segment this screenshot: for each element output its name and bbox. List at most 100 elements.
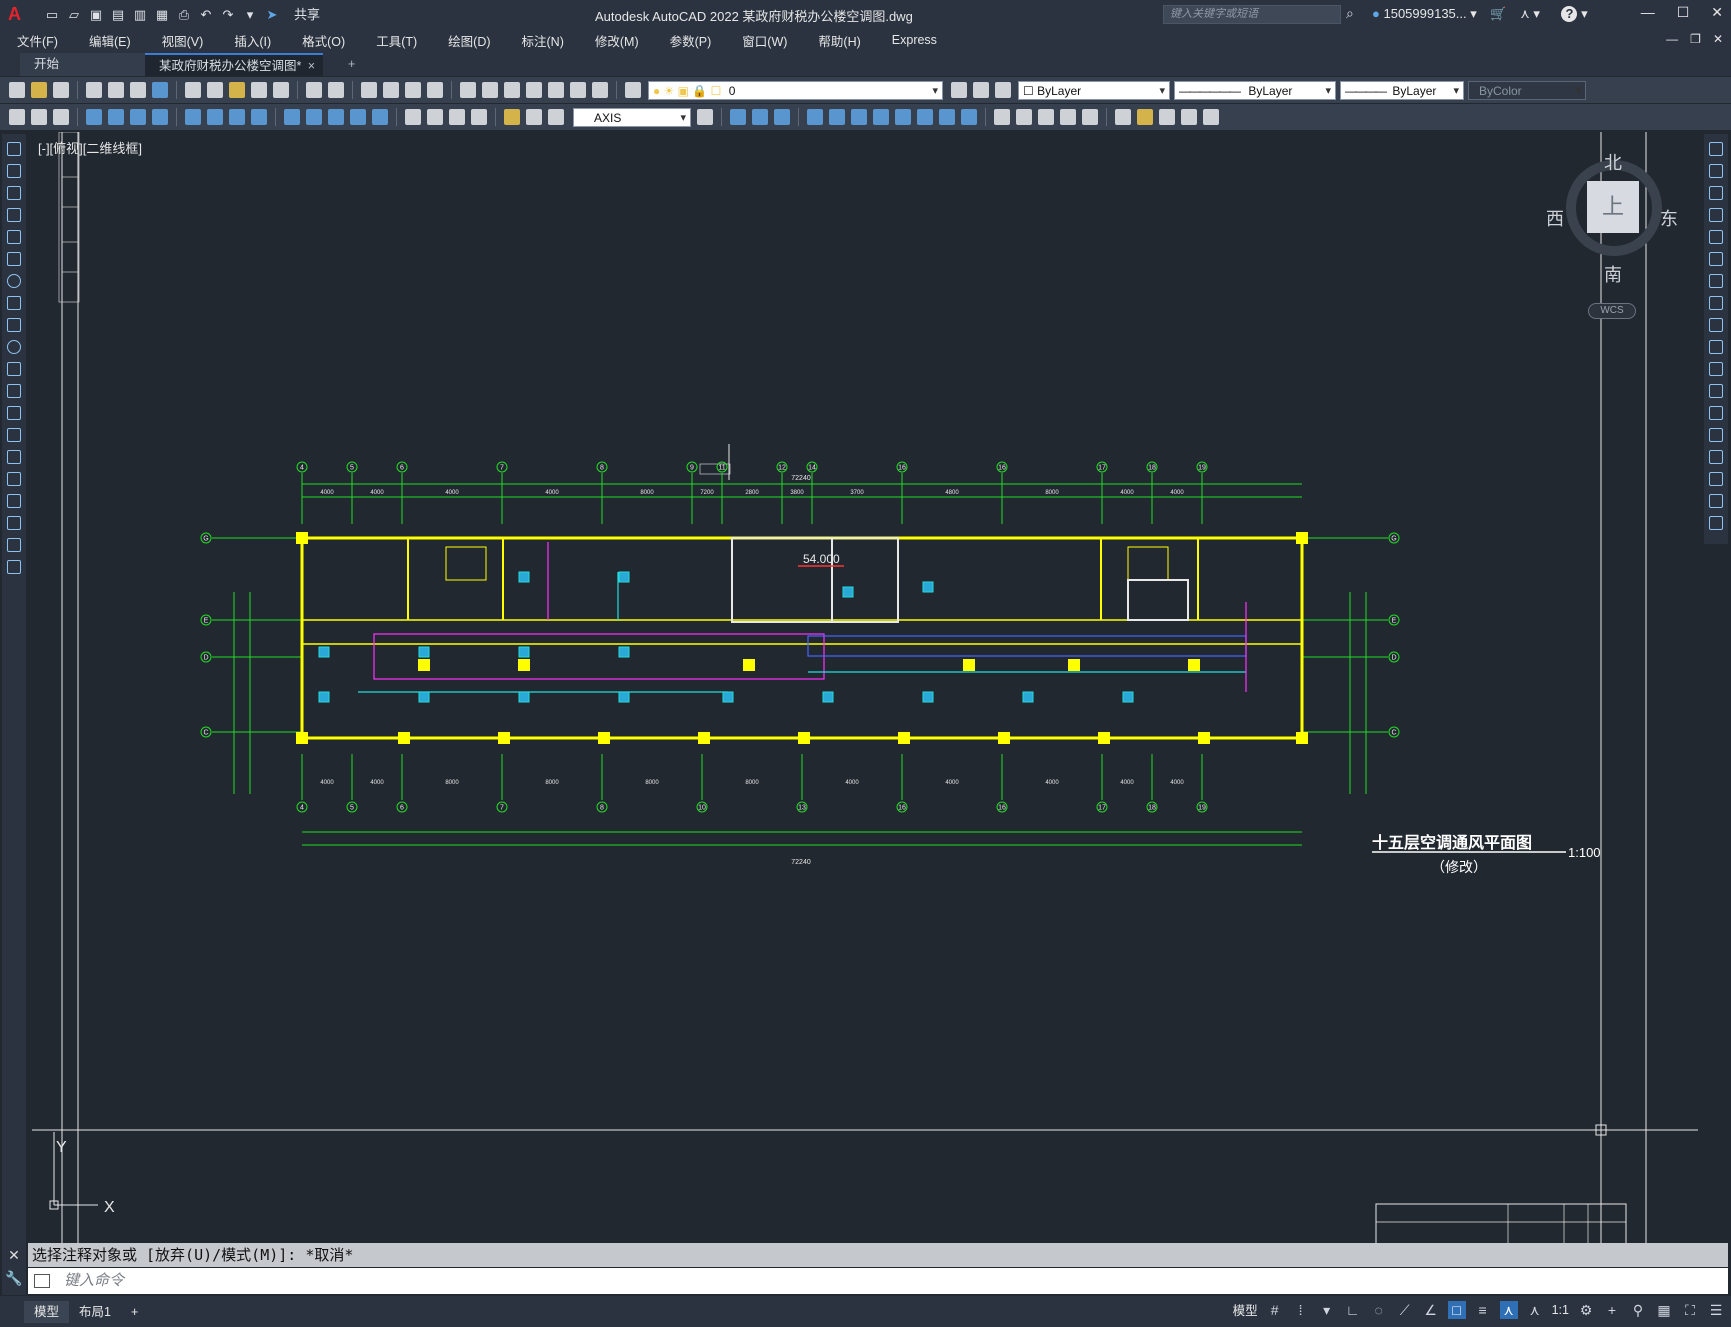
viewport-controls-label[interactable]: [-][俯视][二维线框] xyxy=(38,138,142,157)
bring-front-icon[interactable] xyxy=(1137,109,1153,125)
search-icon[interactable]: ⌕ xyxy=(1346,5,1354,22)
doc-close-icon[interactable]: ✕ xyxy=(1713,32,1723,46)
tab-model[interactable]: 模型 xyxy=(24,1300,70,1323)
command-line-handle[interactable]: ✕ 🔧 xyxy=(2,1243,26,1295)
open-file-icon[interactable]: ▱ xyxy=(66,7,82,23)
polyline-icon[interactable] xyxy=(7,186,21,200)
dim-break-icon[interactable] xyxy=(372,109,388,125)
ortho-icon[interactable]: ∟ xyxy=(1344,1301,1362,1319)
doc-restore-icon[interactable]: ❐ xyxy=(1690,32,1701,46)
modify-move-icon[interactable] xyxy=(807,109,823,125)
add-layout-button[interactable]: + xyxy=(121,1301,148,1323)
hardware-acceleration-icon[interactable]: ▦ xyxy=(1655,1301,1673,1319)
break-at-point-icon[interactable] xyxy=(1709,384,1723,398)
dim-linear-icon[interactable] xyxy=(86,109,102,125)
modify-fillet-icon[interactable] xyxy=(1016,109,1032,125)
dimstyle-dropdown[interactable]: AXIS xyxy=(573,107,691,127)
color-dropdown[interactable]: ☐ ByLayer xyxy=(1018,80,1170,100)
markup-icon[interactable] xyxy=(548,82,564,98)
annotation-monitor-icon[interactable]: + xyxy=(1603,1301,1621,1319)
trim-icon[interactable] xyxy=(1709,340,1723,354)
menu-insert[interactable]: 插入(I) xyxy=(217,31,285,50)
redo-icon-tb[interactable] xyxy=(328,82,344,98)
modify-scale-icon[interactable] xyxy=(851,109,867,125)
save-icon[interactable]: ▣ xyxy=(88,7,104,23)
hatch-icon[interactable] xyxy=(7,450,21,464)
command-input[interactable]: 键入命令 xyxy=(28,1268,1728,1294)
dim-edit-icon[interactable] xyxy=(504,109,520,125)
menu-view[interactable]: 视图(V) xyxy=(145,31,218,50)
scale-icon[interactable] xyxy=(1709,296,1723,310)
grid-icon[interactable]: # xyxy=(1266,1301,1284,1319)
fillet-icon[interactable] xyxy=(1709,472,1723,486)
preview-icon[interactable] xyxy=(108,82,124,98)
circle-icon[interactable] xyxy=(7,274,21,288)
cart-icon[interactable]: 🛒 xyxy=(1490,6,1506,21)
undo-icon-tb[interactable] xyxy=(306,82,322,98)
design-center-icon[interactable] xyxy=(482,82,498,98)
viewcube[interactable]: 上 北 南 西 东 xyxy=(1546,149,1678,285)
layer-dropdown[interactable]: ● ☀ ▣ 🔒 ☐ 0 xyxy=(648,80,943,100)
dim-aligned-icon[interactable] xyxy=(108,109,124,125)
zoom-realtime-icon[interactable] xyxy=(383,82,399,98)
dim-baseline-icon[interactable] xyxy=(306,109,322,125)
dim-radius-icon[interactable] xyxy=(185,109,201,125)
maximize-icon[interactable]: ☐ xyxy=(1677,4,1690,21)
modify-extend-icon[interactable] xyxy=(917,109,933,125)
lineweight-dropdown[interactable]: ———— ByLayer xyxy=(1340,80,1464,100)
dim-continue-icon[interactable] xyxy=(328,109,344,125)
menu-dimension[interactable]: 标注(N) xyxy=(505,31,578,50)
help-icon[interactable]: ? xyxy=(1561,6,1578,22)
polygon-icon[interactable] xyxy=(7,208,21,222)
text-front-icon[interactable] xyxy=(1181,109,1197,125)
tool-palettes-icon[interactable] xyxy=(504,82,520,98)
layer-previous-icon[interactable] xyxy=(973,82,989,98)
dim-diameter-icon[interactable] xyxy=(229,109,245,125)
array-icon[interactable] xyxy=(1709,230,1723,244)
layer-state-icon[interactable] xyxy=(995,82,1011,98)
menu-draw[interactable]: 绘图(D) xyxy=(431,31,504,50)
plot-icon-tb[interactable] xyxy=(86,82,102,98)
sheet-set-icon[interactable] xyxy=(526,82,542,98)
redo-icon[interactable]: ↷ xyxy=(220,7,236,23)
table-icon[interactable] xyxy=(7,516,21,530)
dim-space-icon[interactable] xyxy=(350,109,366,125)
hatch-back-icon[interactable] xyxy=(1203,109,1219,125)
menu-tools[interactable]: 工具(T) xyxy=(359,31,431,50)
copy-icon[interactable] xyxy=(207,82,223,98)
isodraft-icon[interactable]: ⟋ xyxy=(1396,1301,1414,1319)
offset-icon[interactable] xyxy=(1709,208,1723,222)
menu-edit[interactable]: 编辑(E) xyxy=(72,31,145,50)
save-icon-tb[interactable] xyxy=(53,82,69,98)
qnew-icon[interactable] xyxy=(9,82,25,98)
app-logo-icon[interactable]: A xyxy=(8,4,30,25)
customize-command-icon[interactable]: 🔧 xyxy=(2,1270,26,1287)
tab-close-icon[interactable]: × xyxy=(308,55,315,78)
tab-start[interactable]: 开始 xyxy=(20,53,145,76)
add-selected-icon[interactable] xyxy=(7,560,21,574)
workspace-gear-icon[interactable]: ⚙ xyxy=(1577,1301,1595,1319)
tab-layout1[interactable]: 布局1 xyxy=(69,1301,121,1323)
rotate-icon[interactable] xyxy=(1709,274,1723,288)
modify-offset-icon[interactable] xyxy=(774,109,790,125)
user-account[interactable]: ● 1505999135... ▾ 🛒 ⋏ ▾ ? ▾ xyxy=(1372,6,1588,22)
stretch-icon[interactable] xyxy=(1709,318,1723,332)
modify-copy-icon[interactable] xyxy=(730,109,746,125)
isolate-objects-icon[interactable]: ⚲ xyxy=(1629,1301,1647,1319)
model-space-button[interactable]: 模型 xyxy=(1233,1300,1258,1319)
close-icon[interactable]: ✕ xyxy=(1711,4,1723,21)
viewcube-north[interactable]: 北 xyxy=(1604,149,1622,175)
cut-icon[interactable] xyxy=(185,82,201,98)
3d-print-icon[interactable] xyxy=(152,82,168,98)
object-snap-tracking-icon[interactable]: ∠ xyxy=(1422,1301,1440,1319)
help-icon-tb[interactable] xyxy=(592,82,608,98)
rectangle-icon[interactable] xyxy=(7,230,21,244)
customize-chevron-icon[interactable]: ▾ xyxy=(242,7,258,23)
viewcube-top-face[interactable]: 上 xyxy=(1587,181,1639,233)
linetype-dropdown[interactable]: —————— ByLayer xyxy=(1174,80,1336,100)
chamfer-icon[interactable] xyxy=(1709,450,1723,464)
point-icon[interactable] xyxy=(7,428,21,442)
pan-icon[interactable] xyxy=(361,82,377,98)
mtext-icon[interactable] xyxy=(7,538,21,552)
extend-icon[interactable] xyxy=(1709,362,1723,376)
